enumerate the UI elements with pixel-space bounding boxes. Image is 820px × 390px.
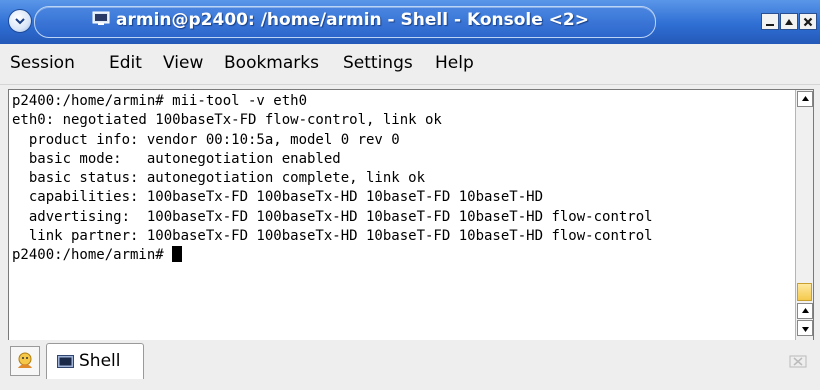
terminal-frame: p2400:/home/armin# mii-tool -v eth0 eth0… [8, 89, 814, 341]
minimize-icon [766, 23, 774, 26]
terminal-line: p2400:/home/armin# mii-tool -v eth0 [12, 93, 308, 109]
scroll-up-button[interactable] [797, 91, 813, 107]
new-session-icon [18, 352, 32, 368]
window-title: armin@p2400: /home/armin - Shell - Konso… [116, 10, 590, 30]
terminal-prompt-line: p2400:/home/armin# [12, 246, 792, 265]
menu-bar: Session Edit View Bookmarks Settings Hel… [0, 44, 820, 85]
arrow-down-icon [801, 326, 809, 332]
system-menu-button[interactable] [8, 9, 32, 33]
close-window-button[interactable] [799, 13, 817, 30]
maximize-icon [785, 18, 793, 25]
terminal-icon [57, 355, 74, 368]
minimize-button[interactable] [761, 13, 779, 30]
close-session-icon [789, 355, 807, 368]
terminal-prompt: p2400:/home/armin# [12, 247, 173, 264]
title-bar[interactable]: armin@p2400: /home/armin - Shell - Konso… [0, 0, 820, 44]
terminal-line: eth0: negotiated 100baseTx-FD flow-contr… [12, 112, 442, 129]
chevron-down-icon [15, 18, 25, 25]
scroll-up-lower-button[interactable] [797, 303, 813, 319]
menu-help[interactable]: Help [435, 53, 474, 73]
terminal-line: basic status: autonegotiation complete, … [12, 170, 426, 187]
close-icon [803, 17, 813, 26]
menu-edit[interactable]: Edit [109, 53, 142, 73]
arrow-up-icon [801, 307, 809, 313]
new-session-button[interactable] [10, 346, 40, 376]
terminal-line: basic mode: autonegotiation enabled [12, 150, 341, 167]
scroll-down-button[interactable] [797, 320, 813, 336]
menu-settings[interactable]: Settings [343, 53, 413, 73]
vertical-scrollbar[interactable] [795, 90, 813, 340]
maximize-button[interactable] [780, 13, 798, 30]
tab-shell[interactable]: Shell [46, 343, 144, 379]
tab-label: Shell [79, 351, 121, 371]
terminal-line: advertising: 100baseTx-FD 100baseTx-HD 1… [12, 208, 653, 225]
scroll-thumb[interactable] [797, 283, 812, 301]
terminal-line: capabilities: 100baseTx-FD 100baseTx-HD … [12, 189, 544, 206]
menu-session[interactable]: Session [10, 53, 75, 73]
terminal-icon [92, 11, 110, 25]
arrow-up-icon [801, 95, 809, 101]
close-session-button[interactable] [786, 350, 810, 372]
menu-bookmarks[interactable]: Bookmarks [224, 53, 319, 73]
tab-bar: Shell [0, 340, 820, 390]
terminal-output[interactable]: p2400:/home/armin# mii-tool -v eth0 eth0… [12, 92, 792, 336]
konsole-window: armin@p2400: /home/armin - Shell - Konso… [0, 0, 820, 390]
menu-view[interactable]: View [163, 53, 203, 73]
terminal-line: product info: vendor 00:10:5a, model 0 r… [12, 131, 400, 148]
terminal-cursor [172, 246, 183, 263]
terminal-line: link partner: 100baseTx-FD 100baseTx-HD … [12, 228, 653, 245]
